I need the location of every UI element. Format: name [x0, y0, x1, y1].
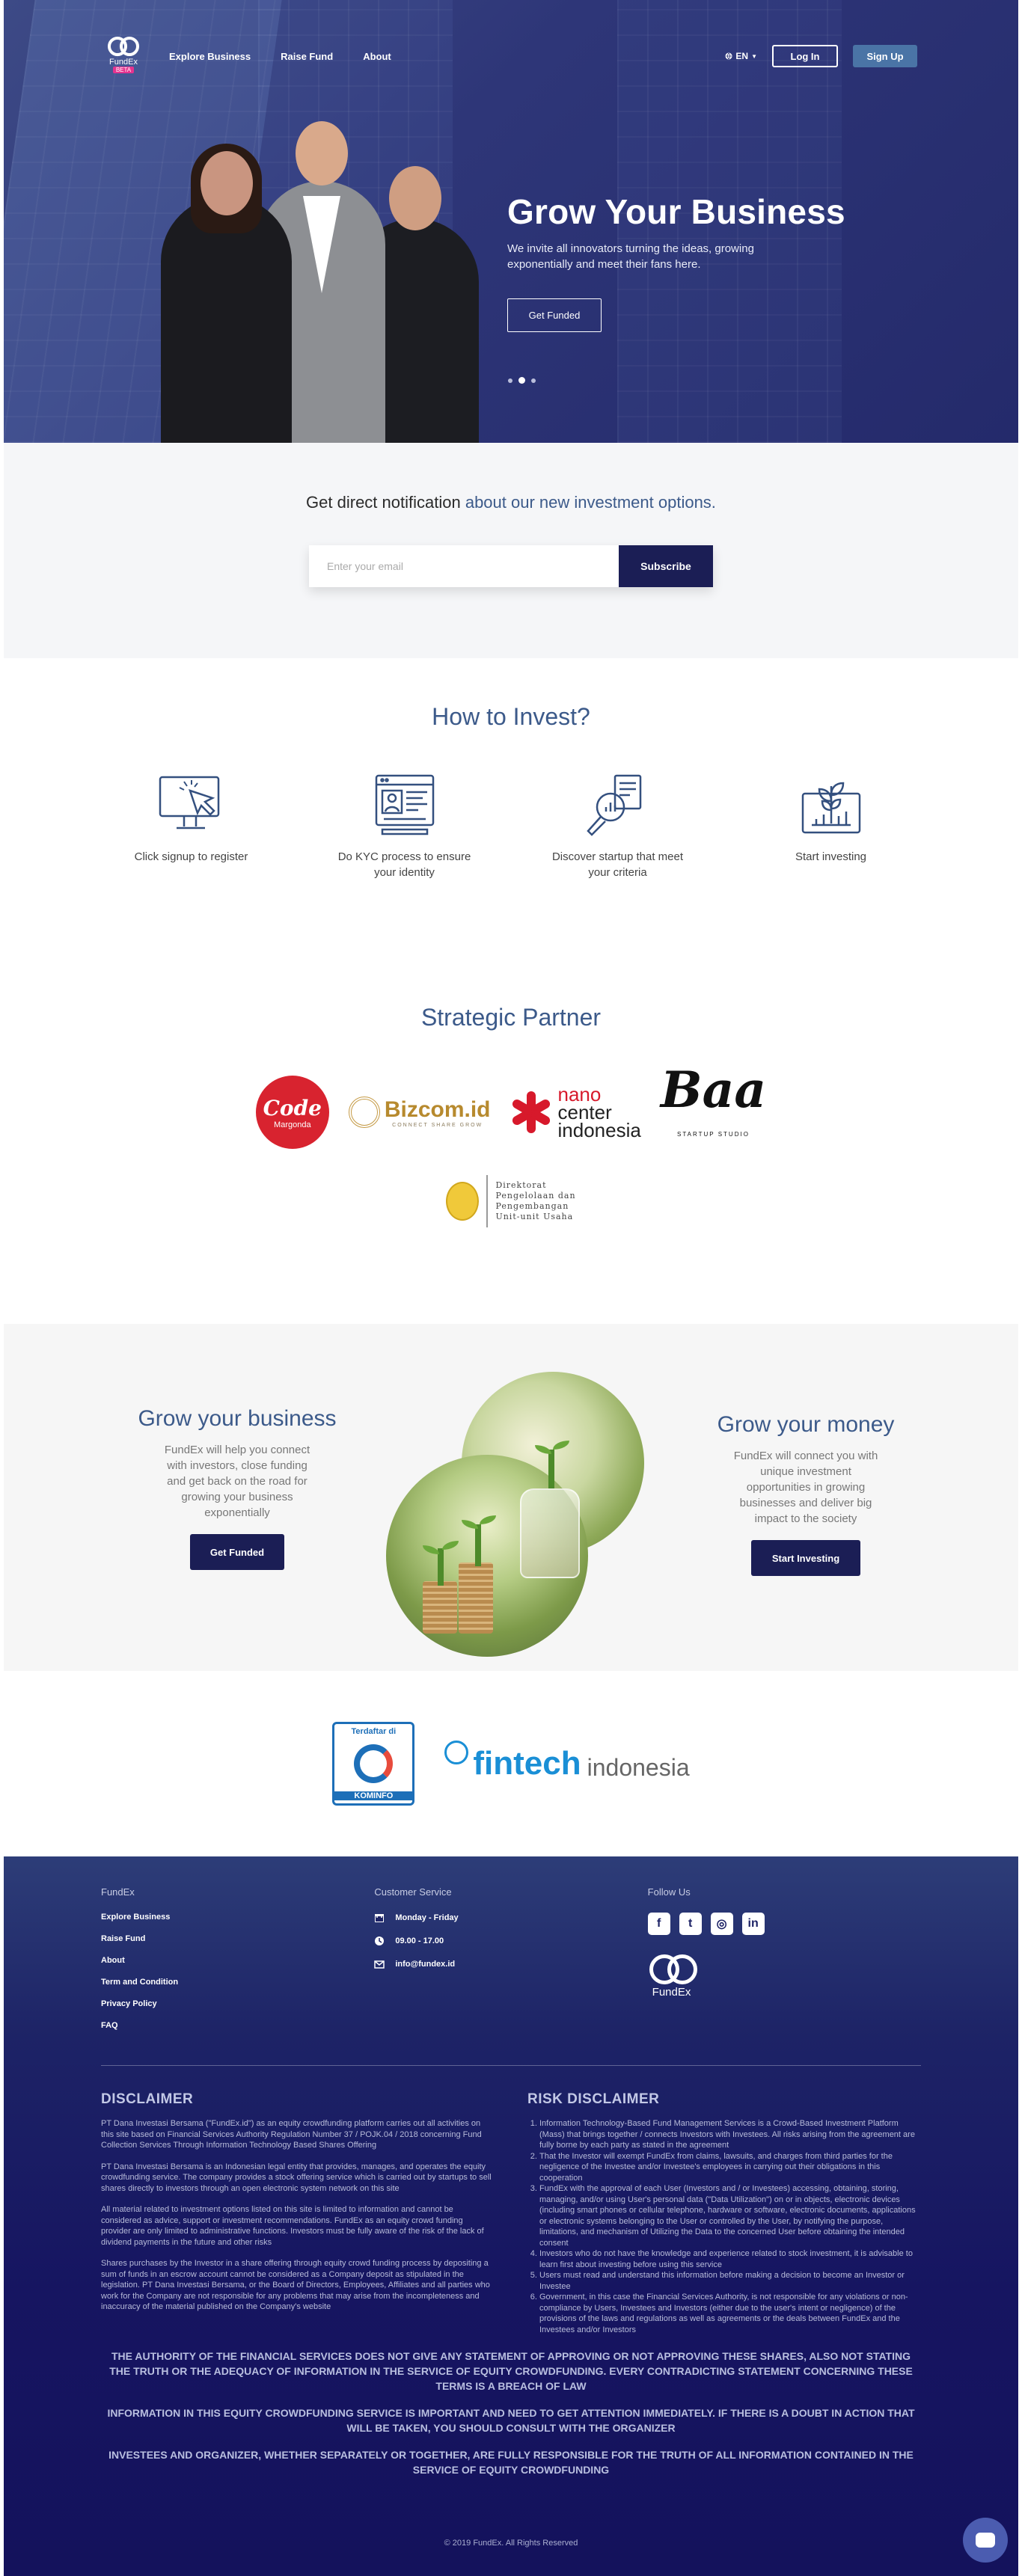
chat-bubble-icon [976, 2533, 995, 2548]
footer-link-about[interactable]: About [101, 1956, 374, 1965]
code-margonda-logo: Code Margonda [255, 1076, 329, 1149]
legal-statements: THE AUTHORITY OF THE FINANCIAL SERVICES … [107, 2350, 915, 2476]
footer-link-raise-fund[interactable]: Raise Fund [101, 1934, 374, 1943]
instagram-link[interactable]: ◎ [710, 1913, 733, 1935]
dppu-logo: Direktorat Pengelolaan dan Pengembangan Uni… [4, 1175, 1018, 1227]
support-email-link[interactable]: info@fundex.id [374, 1959, 647, 1969]
step-label: Click signup to register [134, 850, 248, 863]
login-button[interactable]: Log In [772, 45, 838, 67]
language-selector[interactable]: EN ▼ [725, 51, 757, 61]
nav-raise-fund[interactable]: Raise Fund [281, 51, 333, 62]
grow-money-column: Grow your money FundEx will connect you … [694, 1412, 918, 1576]
footer-links-column: FundEx Explore Business Raise Fund About… [101, 1886, 374, 2043]
grow-money-text: FundEx will connect you with unique inve… [733, 1450, 878, 1525]
plant-growth-icon [790, 768, 872, 843]
footer-link-privacy[interactable]: Privacy Policy [101, 1999, 374, 2008]
click-monitor-icon [150, 768, 233, 843]
magnify-search-icon [577, 768, 659, 843]
site-footer: FundEx Explore Business Raise Fund About… [4, 1856, 1018, 2576]
subscribe-form: Subscribe [309, 545, 713, 587]
grow-business-text: FundEx will help you connect with invest… [164, 1444, 310, 1519]
nano-flower-icon [510, 1091, 552, 1133]
grow-get-funded-button[interactable]: Get Funded [190, 1534, 284, 1570]
step-discover: Discover startup that meet your criteria [511, 768, 724, 880]
facebook-link[interactable]: f [647, 1913, 670, 1935]
top-nav: FundEx BETA Explore Business Raise Fund … [105, 37, 917, 75]
fintech-indonesia-logo: fintech indonesia [444, 1741, 690, 1782]
chat-widget-button[interactable] [963, 2518, 1008, 2563]
footer-link-terms[interactable]: Term and Condition [101, 1978, 374, 1987]
bizcom-logo: Bizcom.id CONNECT SHARE GROW [348, 1097, 491, 1128]
copyright: © 2019 FundEx. All Rights Reserved [444, 2539, 578, 2548]
newsletter-section: Get direct notification about our new in… [4, 443, 1018, 658]
footer-brand-logo: FundEx [648, 1953, 921, 1999]
follow-us-column: Follow Us f t ◎ in FundEx [647, 1886, 921, 2043]
brand-logo[interactable]: FundEx BETA [105, 35, 142, 77]
envelope-icon [374, 1959, 385, 1969]
university-seal-icon [446, 1182, 480, 1221]
nano-center-logo: nano center indonesia [510, 1085, 641, 1140]
linkedin-icon: in [741, 1913, 765, 1935]
clock-icon [374, 1936, 385, 1946]
step-label: Discover startup that meet your criteria [551, 850, 684, 879]
nav-about[interactable]: About [363, 51, 391, 62]
registration-section: Terdaftar di KOMINFO fintech indonesia [4, 1671, 1018, 1856]
nav-explore-business[interactable]: Explore Business [169, 51, 251, 62]
how-to-invest-section: How to Invest? Click signup to register … [4, 658, 1018, 1004]
email-input[interactable] [309, 545, 619, 587]
subscribe-button[interactable]: Subscribe [619, 545, 713, 587]
hero-subtitle: We invite all innovators turning the ide… [507, 242, 754, 271]
step-signup: Click signup to register [85, 768, 298, 880]
footer-link-explore[interactable]: Explore Business [101, 1913, 374, 1922]
how-to-invest-title: How to Invest? [432, 703, 590, 730]
grow-business-column: Grow your business FundEx will help you … [125, 1406, 349, 1570]
twitter-icon: t [679, 1913, 702, 1935]
slider-dot-3[interactable] [531, 378, 536, 383]
hero-banner: FundEx BETA Explore Business Raise Fund … [4, 0, 1018, 443]
facebook-icon: f [647, 1913, 670, 1935]
newsletter-title: Get direct notification about our new in… [306, 493, 716, 512]
customer-service-column: Customer Service Monday - Friday 09.00 -… [374, 1886, 647, 2043]
calendar-icon [374, 1913, 385, 1923]
twitter-link[interactable]: t [679, 1913, 702, 1935]
step-label: Do KYC process to ensure your identity [337, 850, 471, 879]
logo-rings-icon [106, 35, 141, 56]
logo-rings-icon [648, 1953, 699, 1984]
signup-button[interactable]: Sign Up [853, 45, 917, 67]
instagram-icon: ◎ [710, 1913, 733, 1935]
slider-dot-2[interactable] [518, 377, 525, 384]
strategic-partner-section: Strategic Partner Code Margonda Bizcom.i… [4, 1004, 1018, 1324]
globe-icon [725, 52, 732, 60]
hero-people-image [161, 121, 483, 443]
hero-get-funded-button[interactable]: Get Funded [507, 298, 602, 332]
step-label: Start investing [795, 850, 867, 863]
kominfo-badge: Terdaftar di KOMINFO [332, 1722, 415, 1806]
risk-disclaimer-block: RISK DISCLAIMER Information Technology-B… [527, 2091, 921, 2335]
footer-link-faq[interactable]: FAQ [101, 2021, 374, 2030]
hero-title: Grow Your Business [507, 192, 845, 231]
atom-icon [444, 1741, 469, 1764]
grow-business-title: Grow your business [138, 1406, 337, 1431]
baa-startup-studio-logo: Baa STARTUP STUDIO [660, 1061, 767, 1138]
linkedin-link[interactable]: in [741, 1913, 765, 1935]
disclaimer-block: DISCLAIMER PT Dana Investasi Bersama ("F… [101, 2091, 492, 2311]
beta-badge: BETA [112, 67, 135, 73]
strategic-partner-title: Strategic Partner [420, 1004, 602, 1031]
chevron-down-icon: ▼ [751, 52, 757, 60]
start-investing-button[interactable]: Start Investing [751, 1540, 860, 1576]
kominfo-swirl-icon [354, 1744, 394, 1783]
hero-text: Grow Your Business We invite all innovat… [507, 191, 845, 332]
footer-divider [101, 2065, 921, 2066]
slider-dot-1[interactable] [508, 378, 512, 383]
grow-money-title: Grow your money [717, 1412, 895, 1437]
step-kyc: Do KYC process to ensure your identity [298, 768, 511, 880]
grow-section: Grow your business FundEx will help you … [4, 1324, 1018, 1671]
step-invest: Start investing [724, 768, 937, 880]
slider-dots [508, 377, 536, 384]
id-document-icon [364, 768, 446, 843]
